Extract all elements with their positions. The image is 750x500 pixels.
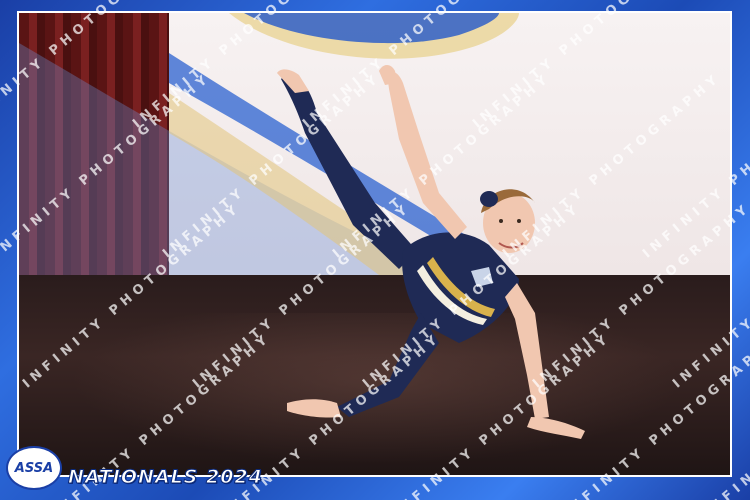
dance-photo: [17, 11, 732, 477]
scene-graphics: [19, 13, 585, 439]
event-logo: ASSA: [6, 446, 62, 490]
event-title: NATIONALS 2024: [68, 466, 263, 489]
event-logo-text: ASSA: [14, 460, 54, 476]
